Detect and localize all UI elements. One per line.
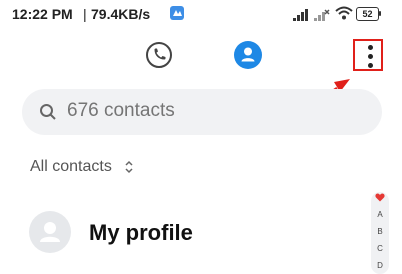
search-bar[interactable] <box>22 89 382 135</box>
avatar[interactable] <box>29 211 71 253</box>
alphabet-index[interactable]: A B C D <box>371 192 389 274</box>
alpha-letter[interactable]: A <box>371 210 389 219</box>
favorites-heart-icon[interactable] <box>375 193 385 202</box>
alpha-letter[interactable]: C <box>371 244 389 253</box>
alpha-letter[interactable]: B <box>371 227 389 236</box>
profile-name[interactable]: My profile <box>89 220 193 246</box>
search-input[interactable] <box>67 100 327 122</box>
alpha-letter[interactable]: D <box>371 261 389 270</box>
sort-chevron-icon[interactable] <box>122 160 136 174</box>
contacts-filter[interactable]: All contacts <box>30 158 112 176</box>
person-icon <box>40 222 60 242</box>
search-icon <box>40 104 56 120</box>
